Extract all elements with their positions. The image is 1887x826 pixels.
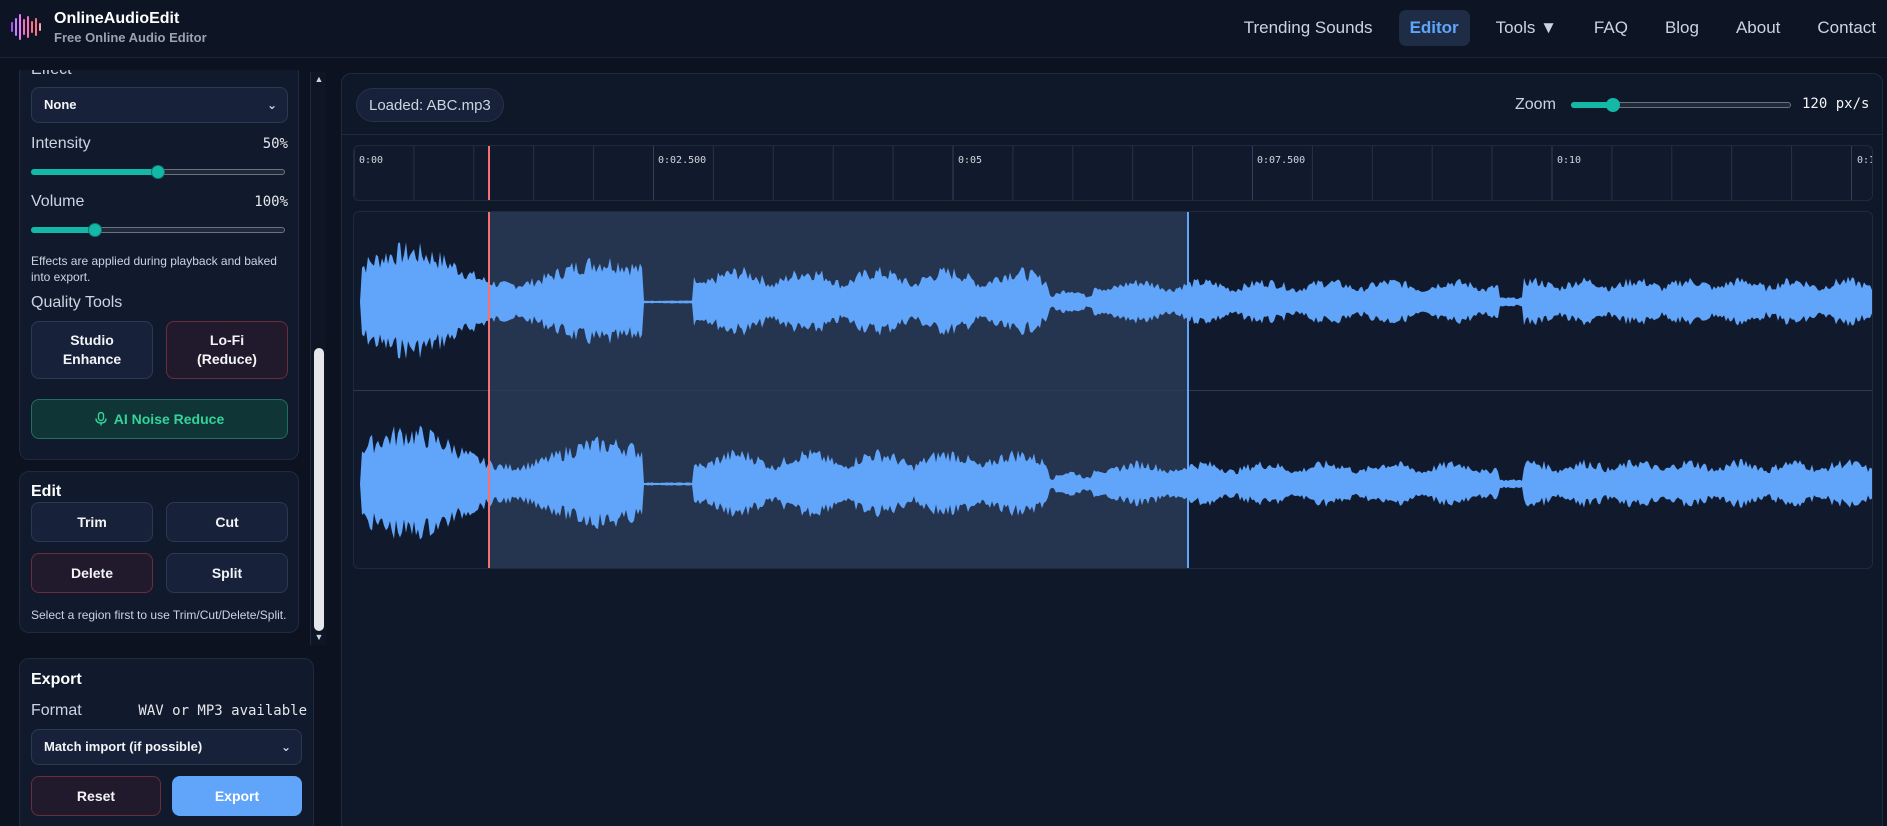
studio-enhance-button[interactable]: Studio Enhance	[31, 321, 153, 379]
brand-name[interactable]: OnlineAudioEdit	[54, 10, 179, 28]
nav-editor[interactable]: Editor	[1398, 10, 1470, 46]
export-button[interactable]: Export	[172, 776, 302, 816]
zoom-slider-thumb[interactable]	[1606, 98, 1620, 112]
format-select-value: Match import (if possible)	[44, 739, 203, 754]
trim-button[interactable]: Trim	[31, 502, 153, 542]
reset-button[interactable]: Reset	[31, 776, 161, 816]
timeline-label: 0:07.500	[1257, 155, 1306, 166]
microphone-icon	[95, 412, 107, 426]
export-card: Export Format WAV or MP3 available Match…	[19, 658, 314, 826]
timeline-playhead	[488, 146, 490, 200]
sidebar-scroll-area: Effect None ⌄ Intensity 50% Volume 100%	[0, 70, 310, 645]
effect-select-value: None	[44, 97, 77, 112]
sidebar-scrollbar[interactable]: ▲ ▼	[310, 72, 326, 645]
main-nav: Trending Sounds Editor Tools ▼ FAQ Blog …	[1218, 10, 1887, 46]
cut-button[interactable]: Cut	[166, 502, 288, 542]
timeline-label: 0:10	[1557, 155, 1582, 166]
nav-tools[interactable]: Tools ▼	[1485, 10, 1568, 46]
timeline-label: 0:00	[359, 155, 384, 166]
delete-button[interactable]: Delete	[31, 553, 153, 593]
format-select[interactable]: Match import (if possible) ⌄	[31, 729, 302, 765]
intensity-slider[interactable]	[31, 163, 285, 181]
scroll-up-arrow-icon[interactable]: ▲	[314, 74, 324, 84]
scrollbar-thumb[interactable]	[314, 348, 324, 631]
effects-card: Effect None ⌄ Intensity 50% Volume 100%	[19, 70, 299, 460]
channel-divider	[354, 390, 1872, 391]
export-title: Export	[31, 671, 82, 688]
edit-note: Select a region first to use Trim/Cut/De…	[31, 608, 287, 622]
zoom-value: 120 px/s	[1802, 96, 1870, 112]
nav-blog[interactable]: Blog	[1654, 10, 1710, 46]
timeline-label: 0:12.500	[1857, 155, 1872, 166]
waveform-logo-icon[interactable]	[10, 10, 44, 44]
edit-card: Edit Trim Cut Delete Split Select a regi…	[19, 471, 299, 633]
sidebar: Effect None ⌄ Intensity 50% Volume 100%	[0, 70, 330, 826]
loaded-file-badge: Loaded: ABC.mp3	[356, 88, 504, 122]
timeline-label: 0:05	[958, 155, 983, 166]
volume-slider-thumb[interactable]	[87, 223, 102, 237]
intensity-label: Intensity	[31, 135, 91, 152]
chevron-down-icon: ⌄	[280, 740, 291, 754]
brand-tagline: Free Online Audio Editor	[54, 30, 207, 45]
ai-noise-reduce-label: AI Noise Reduce	[113, 410, 225, 427]
nav-contact[interactable]: Contact	[1806, 10, 1887, 46]
zoom-label: Zoom	[1515, 96, 1556, 113]
waveform-canvas[interactable]	[353, 211, 1873, 569]
volume-slider[interactable]	[31, 221, 285, 239]
volume-value: 100%	[254, 194, 288, 210]
zoom-slider[interactable]	[1571, 96, 1791, 114]
waveform-channel	[354, 242, 1872, 359]
nav-about[interactable]: About	[1725, 10, 1791, 46]
quality-tools-title: Quality Tools	[31, 294, 123, 311]
timeline-ruler[interactable]: 0:00 0:02.500 0:05 0:07.500 0:10 0:12.50…	[353, 145, 1873, 201]
format-value: WAV or MP3 available	[138, 703, 307, 719]
selection-end-handle[interactable]	[1187, 212, 1189, 568]
edit-title: Edit	[31, 483, 62, 500]
split-button[interactable]: Split	[166, 553, 288, 593]
editor-panel: Loaded: ABC.mp3 Zoom 120 px/s 0:00 0:02.…	[341, 73, 1883, 826]
timeline-ticks	[354, 146, 1852, 200]
volume-label: Volume	[31, 193, 85, 210]
scroll-down-arrow-icon[interactable]: ▼	[314, 632, 324, 642]
waveform-channel	[354, 425, 1872, 540]
ai-noise-reduce-button[interactable]: AI Noise Reduce	[31, 399, 288, 439]
intensity-value: 50%	[262, 136, 288, 152]
intensity-slider-thumb[interactable]	[151, 165, 165, 179]
chevron-down-icon: ⌄	[266, 98, 277, 112]
lofi-reduce-button[interactable]: Lo-Fi (Reduce)	[166, 321, 288, 379]
playhead[interactable]	[488, 212, 490, 568]
effects-note: Effects are applied during playback and …	[31, 254, 277, 284]
effect-label: Effect	[31, 70, 72, 79]
timeline-label: 0:02.500	[658, 155, 707, 166]
effect-select[interactable]: None ⌄	[31, 87, 288, 123]
nav-faq[interactable]: FAQ	[1583, 10, 1639, 46]
header: OnlineAudioEdit Free Online Audio Editor…	[0, 0, 1887, 58]
format-label: Format	[31, 702, 82, 719]
nav-trending-sounds[interactable]: Trending Sounds	[1233, 10, 1384, 46]
